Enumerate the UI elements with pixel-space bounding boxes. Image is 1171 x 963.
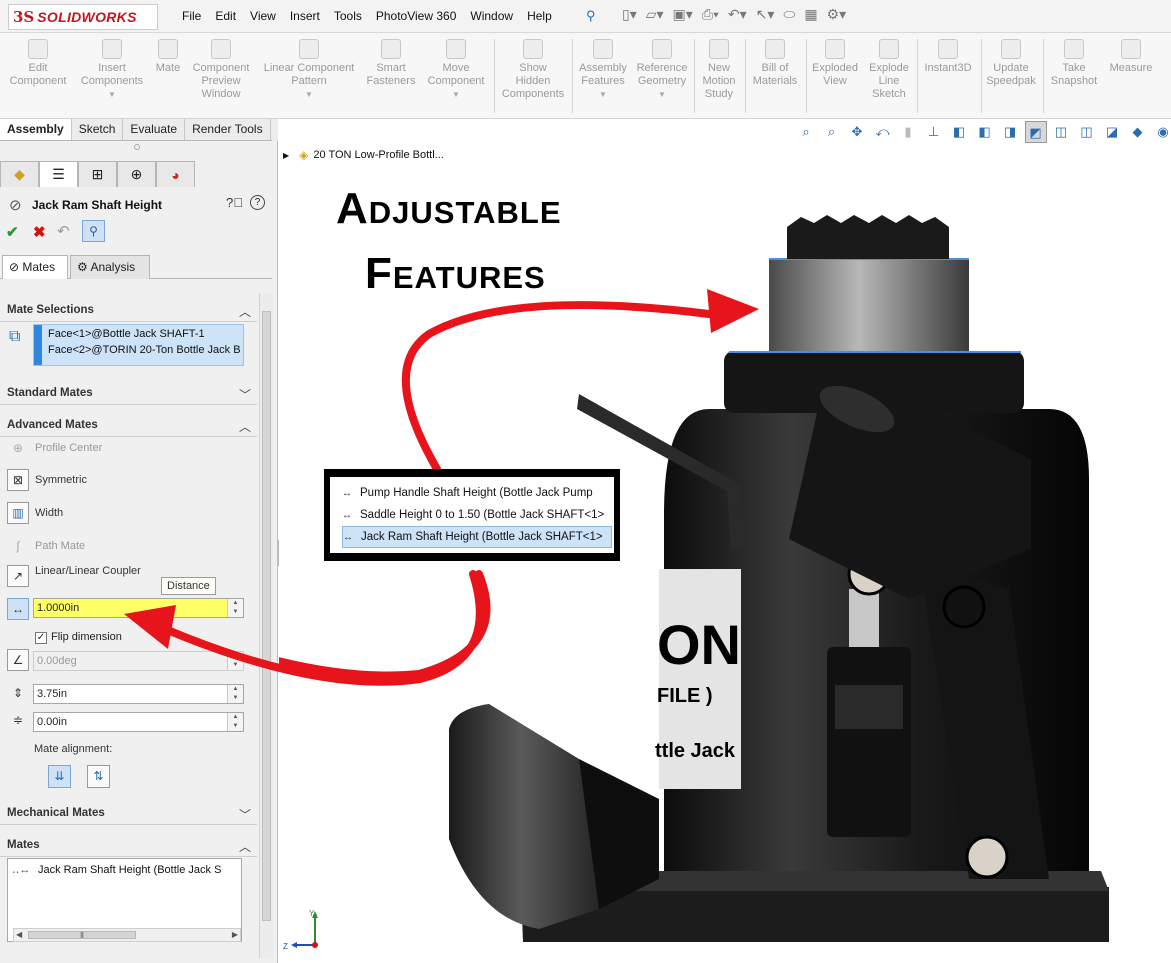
options-gear-icon[interactable]: ⚙▾ (827, 6, 847, 23)
new-document-icon[interactable]: ▯▾ (622, 6, 637, 23)
motion-study-icon (709, 39, 729, 59)
insert-components-icon (102, 39, 122, 59)
callout-item-jack-ram[interactable]: ↔ Jack Ram Shaft Height (Bottle Jack SHAF… (342, 526, 612, 548)
axis-z-label: Z (283, 942, 288, 951)
arrow-to-distance-head (124, 605, 176, 649)
mates-callout-box: ↔ Pump Handle Shaft Height (Bottle Jack P… (324, 469, 620, 561)
open-folder-icon[interactable]: ▱▾ (646, 6, 664, 23)
toolbar-divider (694, 39, 695, 113)
solidworks-logo[interactable]: 3S SOLIDWORKS (8, 4, 158, 30)
new-motion-study-button[interactable]: New Motion Study (697, 39, 741, 101)
select-cursor-icon[interactable]: ↖▾ (756, 6, 775, 23)
smart-fasteners-icon (381, 39, 401, 59)
graphics-area[interactable]: ⌕ ⌕ ✥ ⤺ ▮ ⊥ ◧ ◧ ◨ ◩ ◫ ◫ ◪ ◆ ◉ ▦ ▶ ◈ 20 T… (124, 119, 1171, 963)
menu-file[interactable]: File (182, 9, 201, 23)
show-hidden-components-button[interactable]: Show Hidden Components (498, 39, 568, 101)
logo-mark: 3S (13, 8, 35, 26)
bill-of-materials-button[interactable]: Bill of Materials (748, 39, 802, 88)
reference-geometry-button[interactable]: Reference Geometry ▼ (632, 39, 692, 101)
bill-of-materials-icon (765, 39, 785, 59)
reference-geometry-icon (652, 39, 672, 59)
chevron-down-icon: ▼ (599, 90, 607, 99)
assembly-features-icon (593, 39, 613, 59)
menu-insert[interactable]: Insert (290, 9, 320, 23)
logo-text: SOLIDWORKS (37, 9, 137, 25)
assembly-features-button[interactable]: Assembly Features ▼ (575, 39, 631, 101)
rebuild-icon[interactable]: ⬭ (783, 6, 795, 23)
linear-component-pattern-button[interactable]: Linear Component Pattern ▼ (258, 39, 360, 101)
distance-mate-icon: ↔ (343, 531, 353, 543)
mate-button[interactable]: Mate (150, 39, 186, 75)
component-preview-icon (211, 39, 231, 59)
callout-item-saddle-height[interactable]: ↔ Saddle Height 0 to 1.50 (Bottle Jack SH… (342, 504, 612, 526)
menu-view[interactable]: View (250, 9, 276, 23)
show-hidden-icon (523, 39, 543, 59)
mate-paperclip-icon (158, 39, 178, 59)
save-icon[interactable]: ▣▾ (673, 6, 693, 23)
update-speedpak-icon (1001, 39, 1021, 59)
update-speedpak-button[interactable]: Update Speedpak (982, 39, 1040, 88)
callout-list: ↔ Pump Handle Shaft Height (Bottle Jack P… (330, 477, 614, 553)
edit-component-icon (28, 39, 48, 59)
distance-mate-icon: ↔ (342, 509, 352, 521)
pin-menu-icon[interactable]: ⚲ (586, 8, 600, 23)
chevron-down-icon: ▼ (305, 90, 313, 99)
menu-window[interactable]: Window (470, 9, 513, 23)
menu-tools[interactable]: Tools (334, 9, 362, 23)
smart-fasteners-button[interactable]: Smart Fasteners (362, 39, 420, 88)
toolbar-divider (572, 39, 573, 113)
coordinate-triad: Y Z (283, 909, 318, 951)
measure-icon (1121, 39, 1141, 59)
insert-components-button[interactable]: Insert Components ▼ (76, 39, 148, 101)
camera-icon (1064, 39, 1084, 59)
instant3d-icon (938, 39, 958, 59)
instant3d-button[interactable]: Instant3D (919, 39, 977, 75)
file-properties-icon[interactable]: ▦ (804, 6, 817, 23)
exploded-view-icon (825, 39, 845, 59)
print-icon[interactable]: ⎙▾ (702, 6, 719, 23)
title-bar: 3S SOLIDWORKS File Edit View Insert Tool… (0, 0, 1171, 33)
quick-access-toolbar: ▯▾ ▱▾ ▣▾ ⎙▾ ↶▾ ↖▾ ⬭ ▦ ⚙▾ (622, 6, 855, 23)
menu-bar: File Edit View Insert Tools PhotoView 36… (182, 9, 566, 23)
menu-help[interactable]: Help (527, 9, 552, 23)
linear-pattern-icon (299, 39, 319, 59)
distance-mate-icon: ↔ (342, 487, 352, 499)
component-preview-window-button[interactable]: Component Preview Window (188, 39, 254, 101)
menu-edit[interactable]: Edit (215, 9, 236, 23)
toolbar-divider (494, 39, 495, 113)
chevron-down-icon: ▼ (108, 90, 116, 99)
toolbar-divider (806, 39, 807, 113)
take-snapshot-button[interactable]: Take Snapshot (1044, 39, 1104, 88)
arrow-to-ram-head (707, 289, 759, 333)
explode-line-sketch-button[interactable]: Explode Line Sketch (863, 39, 915, 101)
edit-component-button[interactable]: Edit Component (6, 39, 70, 88)
measure-button[interactable]: Measure (1104, 39, 1158, 75)
move-component-icon (446, 39, 466, 59)
menu-photoview[interactable]: PhotoView 360 (376, 9, 457, 23)
callout-item-pump-handle[interactable]: ↔ Pump Handle Shaft Height (Bottle Jack P… (342, 482, 612, 504)
exploded-view-button[interactable]: Exploded View (808, 39, 862, 88)
explode-line-sketch-icon (879, 39, 899, 59)
chevron-down-icon: ▼ (452, 90, 460, 99)
command-manager: Edit Component Insert Components ▼ Mate C… (0, 33, 1171, 119)
toolbar-divider (917, 39, 918, 113)
undo-icon[interactable]: ↶▾ (728, 6, 747, 23)
move-component-button[interactable]: Move Component ▼ (422, 39, 490, 101)
chevron-down-icon: ▼ (658, 90, 666, 99)
axis-y-label: Y (309, 909, 315, 918)
toolbar-divider (745, 39, 746, 113)
